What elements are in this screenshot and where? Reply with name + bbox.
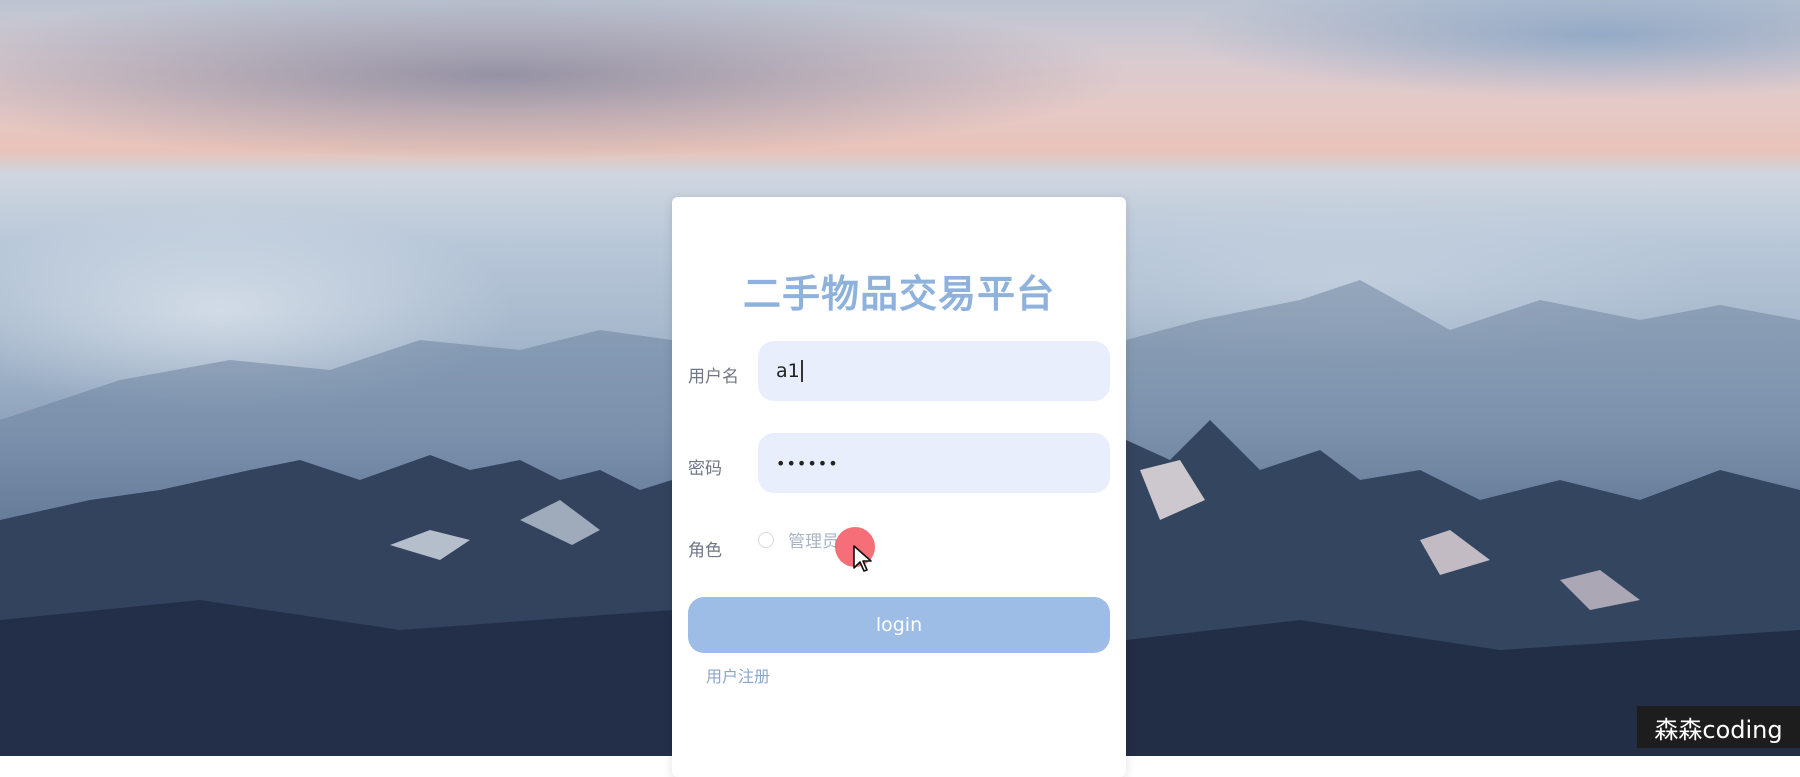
password-value: •••••• — [776, 453, 839, 473]
login-button[interactable]: login — [688, 597, 1110, 653]
username-label: 用户名 — [688, 367, 739, 387]
role-radio-admin[interactable] — [758, 531, 774, 548]
mouse-pointer-icon — [853, 545, 872, 572]
text-caret — [800, 360, 803, 382]
register-link[interactable]: 用户注册 — [706, 663, 770, 687]
password-label: 密码 — [688, 459, 722, 479]
watermark: 森森coding — [1637, 706, 1800, 748]
username-value: a1 — [776, 360, 800, 382]
password-input[interactable]: •••••• — [758, 433, 1110, 493]
username-input[interactable]: a1 — [758, 341, 1110, 401]
role-label: 角色 — [688, 541, 722, 561]
role-option-admin[interactable]: 管理员 — [758, 527, 839, 552]
page-title: 二手物品交易平台 — [742, 272, 1055, 316]
login-card: 二手物品交易平台 用户名 a1 密码 •••••• 角色 管理员 login 用… — [672, 197, 1126, 777]
role-option-admin-label: 管理员 — [788, 532, 839, 552]
